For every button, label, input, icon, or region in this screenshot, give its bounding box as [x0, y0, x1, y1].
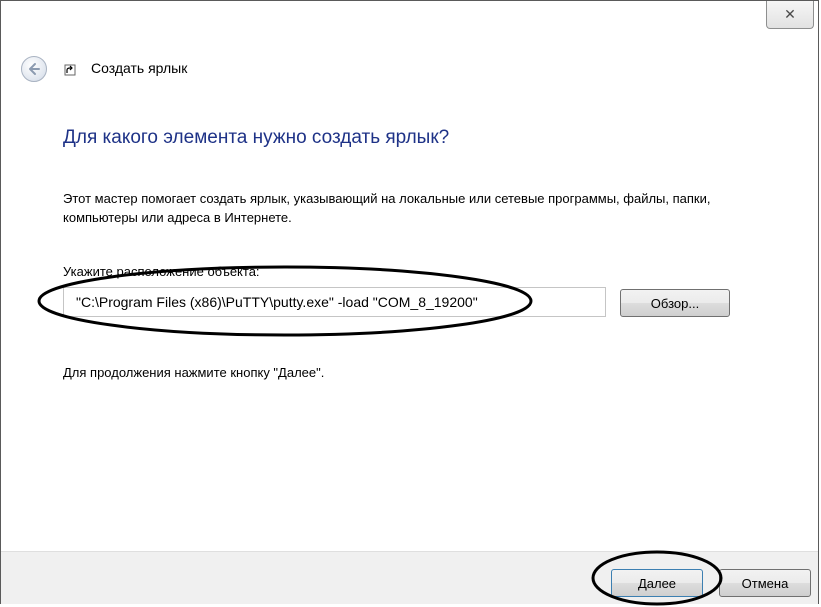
- cancel-button[interactable]: Отмена: [719, 569, 811, 597]
- wizard-footer: Далее Отмена: [1, 551, 818, 604]
- back-arrow-icon: [29, 63, 40, 75]
- close-button[interactable]: ✕: [766, 1, 814, 29]
- wizard-header: Создать ярлык: [1, 51, 820, 91]
- page-heading: Для какого элемента нужно создать ярлык?: [63, 127, 450, 148]
- location-input[interactable]: "C:\Program Files (x86)\PuTTY\putty.exe"…: [63, 287, 606, 317]
- location-label: Укажите расположение объекта:: [63, 264, 260, 279]
- create-shortcut-window: ✕ Создать ярлык Для какого элемента нужн…: [0, 0, 820, 606]
- continue-hint: Для продолжения нажмите кнопку "Далее".: [63, 365, 325, 380]
- back-button[interactable]: [21, 56, 47, 82]
- close-icon: ✕: [784, 6, 796, 23]
- browse-button[interactable]: Обзор...: [620, 289, 730, 317]
- next-button[interactable]: Далее: [611, 569, 703, 597]
- wizard-description: Этот мастер помогает создать ярлык, указ…: [63, 191, 711, 225]
- wizard-title: Создать ярлык: [91, 60, 188, 76]
- shortcut-arrow-icon: [64, 64, 76, 76]
